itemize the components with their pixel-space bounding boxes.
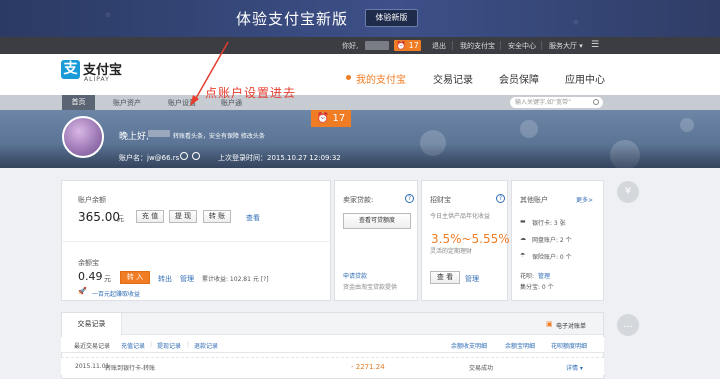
cumulative-earnings: 累计收益: 102.81 元 [?] xyxy=(202,276,269,283)
banner-tip[interactable]: 转账看头条，安全有保障 修改头条 xyxy=(173,131,265,140)
zhaocai-rate: 3.5%~5.55% xyxy=(431,232,510,246)
zhaocai-sub: 灵活的定期理财 xyxy=(430,248,473,255)
rocket-icon: 🚀 xyxy=(78,287,87,295)
logout-link[interactable]: 退出 xyxy=(432,41,446,51)
chat-icon[interactable]: … xyxy=(617,314,639,336)
huabei-label: 花呗: xyxy=(520,273,535,280)
yuebao-detail-link[interactable]: 余额宝明细 xyxy=(505,341,535,350)
avatar[interactable] xyxy=(62,116,104,158)
recent-records-label: 最近交易记录 xyxy=(74,343,111,350)
main-header: 支 支付宝 ALIPAY 我的支付宝 交易记录 会员保障 应用中心 xyxy=(0,54,720,95)
currency-icon[interactable]: ¥ xyxy=(617,181,639,203)
yuebao-manage-link[interactable]: 管理 xyxy=(180,274,194,284)
yuebao-unit: 元 xyxy=(104,275,111,283)
verified-icon[interactable] xyxy=(180,152,188,160)
banner-clock-badge[interactable]: ⏰ 17 xyxy=(311,110,351,127)
service-hall-menu[interactable]: 服务大厅 ▾ xyxy=(549,41,583,51)
zhaocai-manage-link[interactable]: 管理 xyxy=(465,274,479,284)
search-input[interactable]: 输入关键字,如“宽带” xyxy=(510,97,603,108)
coupon-accounts[interactable]: 网盘账户: 2 个 xyxy=(532,235,572,244)
yuebao-label: 余额宝 xyxy=(78,259,99,267)
balance-detail-link[interactable]: 余额收支明细 xyxy=(451,341,487,350)
bank-cards[interactable]: 银行卡: 3 张 xyxy=(532,218,566,227)
view-balance-link[interactable]: 查看 xyxy=(246,213,260,223)
umbrella-icon: ☂ xyxy=(520,252,526,259)
row-description: 转账到银行卡-转账 xyxy=(105,365,156,372)
yuebao-promo-link[interactable]: 一百元起赚取收益 xyxy=(92,289,140,298)
promo-banner: 体验支付宝新版 体验新版 xyxy=(0,0,720,37)
check-loan-button[interactable]: 查看可贷额度 xyxy=(343,213,411,229)
zhaocai-view-button[interactable]: 查 看 xyxy=(430,271,460,284)
records-filter-bar: 最近交易记录 充值记录 | 提现记录 | 退款记录 余额收支明细 余额宝明细 花… xyxy=(61,337,604,353)
user-banner xyxy=(0,110,720,168)
transfer-in-button[interactable]: 转 入 xyxy=(120,271,150,284)
search-icon[interactable] xyxy=(593,99,599,105)
zhaocai-desc: 今日主供产品年化收益 xyxy=(430,213,491,220)
bill-icon: ▣ xyxy=(546,320,553,328)
menu-icon[interactable]: ☰ xyxy=(591,40,599,50)
table-row[interactable]: 2015.11.01 转账到银行卡-转账 - 2271.24 交易成功 详情 ▾ xyxy=(61,357,604,375)
loan-desc: 资金由淘宝贷款提供 xyxy=(343,284,398,291)
tab-transaction-records[interactable]: 交易记录 xyxy=(62,313,122,335)
withdraw-button[interactable]: 提 现 xyxy=(169,210,197,223)
annotation-text: 点账户设置进去 xyxy=(205,86,297,100)
transfer-out-link[interactable]: 转出 xyxy=(158,274,172,284)
filter-refund[interactable]: 退款记录 xyxy=(194,341,218,350)
row-status: 交易成功 xyxy=(469,365,494,372)
sub-navigation: 首页 账户资产 账户设置 账户通 输入关键字,如“宽带” xyxy=(0,95,720,110)
other-accounts-card: 其他账户 更多> ▬ 银行卡: 3 张 ☁ 网盘账户: 2 个 ☂ 保险账户: … xyxy=(511,180,604,301)
help-icon[interactable]: ? xyxy=(405,194,414,203)
electronic-bill-link[interactable]: 电子对账单 xyxy=(556,321,586,330)
last-login-time: 上次登录时间：2015.10.27 12:09:32 xyxy=(218,154,341,162)
greeting: 晚上好, xyxy=(119,132,149,142)
loan-card: 卖家贷款: ? 查看可贷额度 申请贷款 资金由淘宝贷款提供 xyxy=(334,180,418,301)
username-redacted xyxy=(365,41,389,50)
balance-card: 账户余额 365.00 元 充 值 提 现 转 账 查看 余额宝 0.49 元 … xyxy=(61,180,331,301)
transfer-button[interactable]: 转 账 xyxy=(203,210,231,223)
loan-title: 卖家贷款: xyxy=(343,196,374,204)
row-detail-link[interactable]: 详情 ▾ xyxy=(566,363,583,372)
nav-app-center[interactable]: 应用中心 xyxy=(565,71,605,86)
filter-withdraw[interactable]: 提现记录 xyxy=(157,341,181,350)
active-dot-icon xyxy=(346,75,351,80)
zhaocai-title: 招财宝 xyxy=(430,196,451,204)
huabei-manage-link[interactable]: 管理 xyxy=(538,271,550,280)
logo-subtext: ALIPAY xyxy=(84,76,110,83)
username-redacted xyxy=(148,130,170,137)
balance-label: 账户余额 xyxy=(78,196,106,204)
apply-loan-link[interactable]: 申请贷款 xyxy=(343,271,367,280)
yuebao-value: 0.49 xyxy=(78,270,103,283)
bank-card-icon: ▬ xyxy=(520,218,526,225)
more-link[interactable]: 更多> xyxy=(576,195,593,204)
subnav-home[interactable]: 首页 xyxy=(62,95,95,110)
cloud-icon: ☁ xyxy=(520,235,526,242)
subnav-account-assets[interactable]: 账户资产 xyxy=(113,98,141,108)
filter-recharge[interactable]: 充值记录 xyxy=(121,341,145,350)
balance-unit: 元 xyxy=(117,215,124,223)
nav-transaction-records[interactable]: 交易记录 xyxy=(433,71,473,86)
alipay-logo-icon[interactable]: 支 xyxy=(61,60,80,79)
recharge-button[interactable]: 充 值 xyxy=(136,210,164,223)
greeting-text: 你好, xyxy=(342,42,359,50)
message-badge[interactable]: ⏰ 17 xyxy=(394,40,421,51)
huabei-detail-link[interactable]: 花呗额度明细 xyxy=(551,341,587,350)
nav-member-protection[interactable]: 会员保障 xyxy=(499,71,539,86)
balance-value: 365.00 xyxy=(78,210,120,224)
help-icon[interactable]: ? xyxy=(496,194,505,203)
insurance-accounts[interactable]: 保险账户: 0 个 xyxy=(532,252,572,261)
phone-icon[interactable] xyxy=(192,152,200,160)
nav-my-alipay[interactable]: 我的支付宝 xyxy=(356,71,406,86)
account-name: 账户名：jw@66.rs xyxy=(119,154,180,162)
my-alipay-link[interactable]: 我的支付宝 xyxy=(460,41,495,51)
subnav-account-settings[interactable]: 账户设置 xyxy=(168,98,196,108)
try-new-version-button[interactable]: 体验新版 xyxy=(365,9,418,27)
security-center-link[interactable]: 安全中心 xyxy=(508,41,536,51)
row-amount: - 2271.24 xyxy=(351,363,385,371)
jifen-count: 集分宝: 0 个 xyxy=(520,284,554,291)
promo-title: 体验支付宝新版 xyxy=(236,10,349,28)
top-bar: 你好, ⏰ 17 退出 我的支付宝 安全中心 服务大厅 ▾ ☰ xyxy=(0,37,720,54)
other-title: 其他账户 xyxy=(520,196,548,204)
